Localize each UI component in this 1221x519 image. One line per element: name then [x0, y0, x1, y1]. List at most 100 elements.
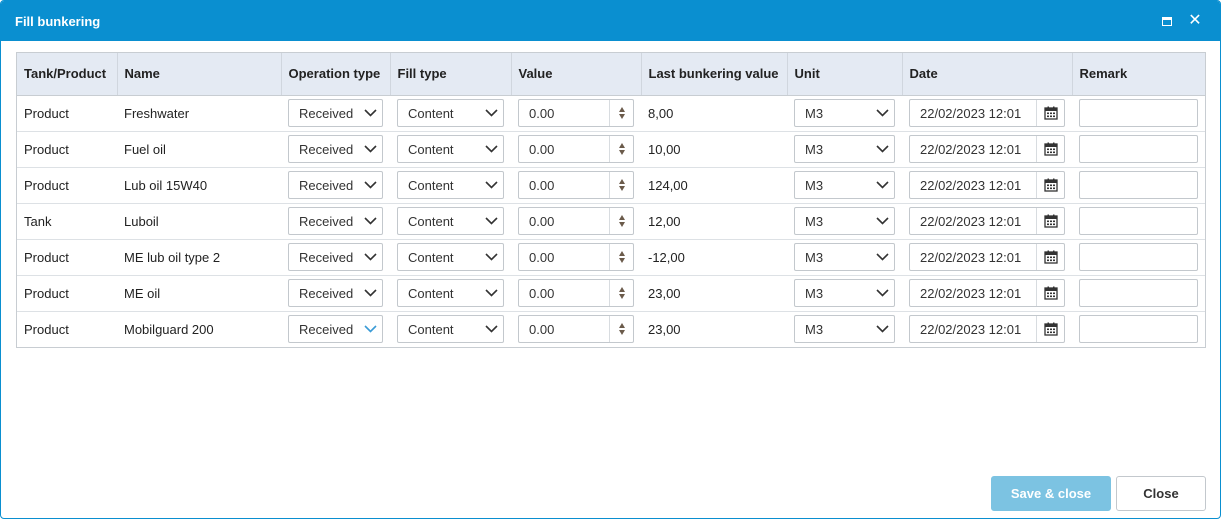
last-bunkering-value: 23,00 — [648, 285, 681, 301]
spinner-arrows-icon[interactable] — [609, 100, 633, 126]
fill-type-value: Content — [408, 321, 454, 337]
spinner-arrows-icon[interactable] — [609, 136, 633, 162]
date-picker[interactable]: 22/02/2023 12:01 — [909, 135, 1065, 163]
unit-select[interactable]: M3 — [794, 207, 895, 235]
column-header[interactable]: Date — [902, 53, 1073, 96]
value-input[interactable]: 0.00 — [518, 135, 634, 163]
spin-down-icon[interactable] — [618, 330, 625, 336]
operation-type-select[interactable]: Received — [288, 243, 383, 271]
operation-type-value: Received — [299, 285, 354, 301]
fill-type-select[interactable]: Content — [397, 315, 504, 344]
save-and-close-button[interactable]: Save & close — [991, 476, 1111, 511]
remark-input[interactable] — [1079, 243, 1198, 271]
spin-up-icon[interactable] — [618, 287, 625, 292]
remark-input[interactable] — [1079, 135, 1198, 163]
fill-type-select[interactable]: Content — [397, 279, 504, 307]
spinner-arrows-icon[interactable] — [609, 172, 633, 198]
remark-input[interactable] — [1079, 315, 1198, 344]
calendar-icon[interactable] — [1036, 100, 1064, 126]
grid-body: Product Freshwater Received Content 0.00 — [17, 95, 1205, 347]
unit-cell: M3 — [787, 131, 902, 168]
operation-type-select[interactable]: Received — [288, 135, 383, 163]
last-bunkering-cell: 10,00 — [641, 131, 787, 168]
date-picker[interactable]: 22/02/2023 12:01 — [909, 315, 1065, 344]
operation-type-select[interactable]: Received — [288, 315, 383, 344]
value-input[interactable]: 0.00 — [518, 243, 634, 271]
date-cell: 22/02/2023 12:01 — [902, 167, 1072, 204]
spin-down-icon[interactable] — [618, 150, 625, 155]
calendar-icon[interactable] — [1036, 280, 1064, 306]
spin-down-icon[interactable] — [618, 186, 625, 191]
unit-select[interactable]: M3 — [794, 279, 895, 307]
spinner-arrows-icon[interactable] — [609, 280, 633, 306]
operation-type-select[interactable]: Received — [288, 99, 383, 127]
unit-select[interactable]: M3 — [794, 135, 895, 163]
spin-up-icon[interactable] — [618, 179, 625, 184]
fill-type-select[interactable]: Content — [397, 99, 504, 127]
value-input[interactable]: 0.00 — [518, 99, 634, 127]
chevron-down-icon — [358, 244, 382, 270]
column-header[interactable]: Unit — [787, 53, 903, 96]
operation-type-select[interactable]: Received — [288, 171, 383, 199]
close-window-button[interactable]: ✕ — [1184, 10, 1206, 32]
unit-value: M3 — [805, 321, 824, 337]
date-picker[interactable]: 22/02/2023 12:01 — [909, 279, 1065, 307]
unit-select[interactable]: M3 — [794, 315, 895, 344]
remark-input[interactable] — [1079, 279, 1198, 307]
calendar-icon[interactable] — [1036, 208, 1064, 234]
spin-up-icon[interactable] — [618, 215, 625, 220]
spinner-arrows-icon[interactable] — [609, 316, 633, 343]
column-header[interactable]: Last bunkering value — [641, 53, 788, 96]
tank-product-cell: Product — [17, 239, 117, 276]
column-header[interactable]: Tank/Product — [17, 53, 118, 96]
date-picker[interactable]: 22/02/2023 12:01 — [909, 99, 1065, 127]
fill-type-select[interactable]: Content — [397, 135, 504, 163]
unit-select[interactable]: M3 — [794, 99, 895, 127]
close-button[interactable]: Close — [1116, 476, 1206, 511]
column-header[interactable]: Fill type — [390, 53, 512, 96]
value-input[interactable]: 0.00 — [518, 171, 634, 199]
spinner-arrows-icon[interactable] — [609, 244, 633, 270]
calendar-icon[interactable] — [1036, 172, 1064, 198]
operation-type-select[interactable]: Received — [288, 279, 383, 307]
spinner-arrows-icon[interactable] — [609, 208, 633, 234]
chevron-down-icon — [870, 136, 894, 162]
spin-up-icon[interactable] — [618, 251, 625, 256]
last-bunkering-cell: 124,00 — [641, 167, 787, 204]
operation-type-value: Received — [299, 213, 354, 229]
spin-up-icon[interactable] — [618, 107, 625, 112]
fill-type-select[interactable]: Content — [397, 171, 504, 199]
column-header[interactable]: Value — [511, 53, 642, 96]
operation-type-select[interactable]: Received — [288, 207, 383, 235]
calendar-icon[interactable] — [1036, 136, 1064, 162]
fill-type-value: Content — [408, 213, 454, 229]
date-value: 22/02/2023 12:01 — [920, 321, 1022, 337]
remark-input[interactable] — [1079, 171, 1198, 199]
value-input[interactable]: 0.00 — [518, 207, 634, 235]
spin-down-icon[interactable] — [618, 222, 625, 227]
date-picker[interactable]: 22/02/2023 12:01 — [909, 207, 1065, 235]
spin-down-icon[interactable] — [618, 258, 625, 263]
date-picker[interactable]: 22/02/2023 12:01 — [909, 171, 1065, 199]
fill-type-select[interactable]: Content — [397, 207, 504, 235]
remark-input[interactable] — [1079, 99, 1198, 127]
spin-up-icon[interactable] — [618, 323, 625, 329]
maximize-button[interactable] — [1156, 10, 1178, 32]
date-picker[interactable]: 22/02/2023 12:01 — [909, 243, 1065, 271]
calendar-icon[interactable] — [1036, 316, 1064, 343]
spin-down-icon[interactable] — [618, 294, 625, 299]
spin-down-icon[interactable] — [618, 114, 625, 119]
value-input[interactable]: 0.00 — [518, 315, 634, 344]
spin-up-icon[interactable] — [618, 143, 625, 148]
date-value: 22/02/2023 12:01 — [920, 285, 1022, 301]
remark-input[interactable] — [1079, 207, 1198, 235]
unit-select[interactable]: M3 — [794, 171, 895, 199]
column-header[interactable]: Operation type — [281, 53, 391, 96]
value-input[interactable]: 0.00 — [518, 279, 634, 307]
column-header[interactable]: Name — [117, 53, 282, 96]
unit-select[interactable]: M3 — [794, 243, 895, 271]
operation-type-cell: Received — [281, 275, 390, 312]
column-header[interactable]: Remark — [1072, 53, 1205, 96]
fill-type-select[interactable]: Content — [397, 243, 504, 271]
calendar-icon[interactable] — [1036, 244, 1064, 270]
